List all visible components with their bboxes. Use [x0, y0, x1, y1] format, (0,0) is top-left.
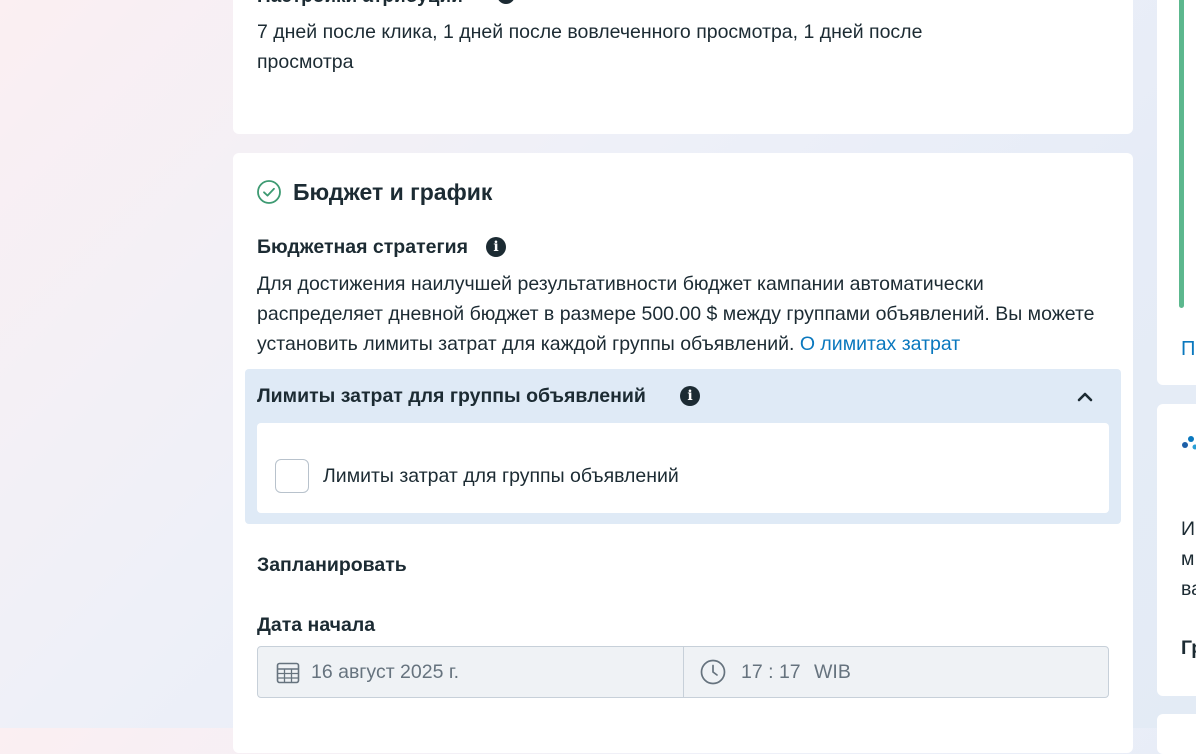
right-panel-card-2: И м ва Гр — [1157, 404, 1196, 696]
budget-strategy-text: Для достижения наилучшей результативност… — [257, 273, 1095, 355]
attribution-info-icon[interactable] — [497, 0, 515, 4]
progress-bar — [1179, 0, 1184, 308]
spend-limits-link[interactable]: О лимитах затрат — [800, 333, 960, 355]
budget-strategy-description: Для достижения наилучшей результативност… — [257, 269, 1097, 359]
check-circle-icon — [257, 180, 281, 204]
chevron-up-icon[interactable] — [1071, 383, 1099, 411]
clock-icon — [700, 659, 726, 685]
start-time-value: 17 : 17 — [741, 661, 801, 684]
right-panel-text-2: м — [1181, 544, 1194, 574]
attribution-title: Настройки атрибуции — [257, 0, 463, 8]
right-panel-card: П — [1157, 0, 1196, 385]
info-icon[interactable]: i — [680, 386, 700, 406]
right-panel-text-1: И — [1181, 514, 1195, 544]
start-time-field[interactable]: 17 : 17 WIB — [684, 647, 1108, 697]
timezone-label: WIB — [814, 661, 851, 684]
right-panel-heading: Гр — [1181, 637, 1196, 660]
info-icon[interactable]: i — [486, 237, 506, 257]
start-datetime-row: 16 август 2025 г. 17 : 17 WIB — [257, 646, 1109, 698]
attribution-text: 7 дней после клика, 1 дней после вовлече… — [257, 17, 1017, 77]
spend-limits-content: Лимиты затрат для группы объявлений — [257, 423, 1109, 513]
right-panel-card-3 — [1157, 714, 1196, 754]
calendar-icon — [276, 661, 300, 685]
spend-limits-checkbox[interactable] — [275, 459, 309, 493]
sparkle-icon — [1181, 434, 1196, 452]
budget-schedule-card: Бюджет и график Бюджетная стратегия i Дл… — [233, 153, 1133, 753]
section-title: Бюджет и график — [293, 179, 492, 206]
right-panel-text-3: ва — [1181, 574, 1196, 604]
right-panel-link[interactable]: П — [1181, 338, 1195, 361]
budget-strategy-label: Бюджетная стратегия — [257, 236, 468, 259]
start-date-field[interactable]: 16 август 2025 г. — [258, 647, 684, 697]
spend-limits-title: Лимиты затрат для группы объявлений — [257, 385, 646, 408]
start-date-label: Дата начала — [257, 614, 375, 637]
start-date-value: 16 август 2025 г. — [311, 661, 459, 684]
spend-limits-panel: Лимиты затрат для группы объявлений i Ли… — [245, 369, 1121, 524]
schedule-label: Запланировать — [257, 554, 407, 577]
spend-limits-checkbox-label[interactable]: Лимиты затрат для группы объявлений — [323, 465, 679, 488]
attribution-card: Настройки атрибуции 7 дней после клика, … — [233, 0, 1133, 134]
